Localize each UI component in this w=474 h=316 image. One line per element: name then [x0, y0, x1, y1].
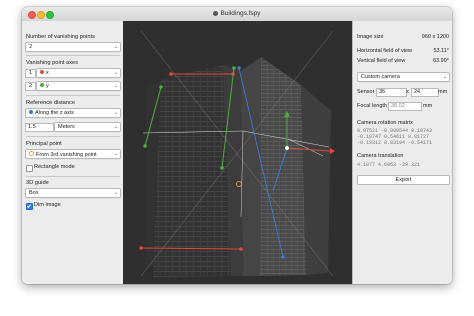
vanishing-point-axes-label: Vanishing point axes [26, 60, 79, 66]
divider [26, 176, 120, 177]
x-axis-color-icon [40, 70, 44, 74]
chevron-down-icon: ⌄ [113, 190, 118, 196]
vp-y-handle[interactable] [232, 66, 236, 70]
rotation-matrix-label: Camera rotation matrix [357, 120, 413, 126]
app-window: Buildings.fspy Number of vanishing point… [22, 7, 452, 284]
y-axis-color-icon [40, 83, 44, 87]
axis1-value: x [46, 70, 49, 76]
principal-point-value: From 3rd vanishing point [36, 152, 97, 158]
dim-image-checkbox[interactable] [26, 203, 33, 210]
3d-guide-select[interactable]: Box ⌄ [25, 188, 121, 198]
image-size-label: Image size [357, 34, 384, 40]
num-vanishing-points-label: Number of vanishing points [26, 34, 95, 40]
chevron-down-icon: ⌄ [113, 44, 118, 50]
results-panel: Image size 960 x 1200 Horizontal field of… [352, 21, 452, 284]
axis2-select[interactable]: y ⌄ [36, 81, 121, 91]
reference-unit-value: Meters [58, 124, 75, 130]
chevron-down-icon: ⌄ [113, 70, 118, 76]
chevron-down-icon: ⌄ [113, 83, 118, 89]
focal-length-input[interactable]: 38.02 [388, 102, 422, 111]
vp-y-handle[interactable] [220, 166, 224, 170]
export-button[interactable]: Export [357, 175, 450, 185]
chevron-down-icon: ⌄ [113, 151, 118, 157]
sensor-label: Sensor [357, 89, 375, 95]
dim-image-label: Dim image [34, 202, 61, 208]
camera-preset-value: Custom camera [361, 74, 400, 80]
principal-point-icon [29, 151, 34, 156]
image-canvas[interactable] [123, 21, 352, 284]
camera-translation-row[interactable]: 4.1077 4.6953 -29.321 [357, 162, 449, 168]
image-size-row: Image size 960 x 1200 [357, 34, 449, 40]
chevron-down-icon: ⌄ [113, 110, 118, 116]
axis2-value: y [46, 83, 49, 89]
camera-translation-label: Camera translation [357, 153, 404, 159]
focal-length-unit: mm [423, 103, 433, 109]
principal-point-label: Principal point [26, 141, 62, 147]
divider [26, 55, 120, 56]
vp-y-handle[interactable] [159, 85, 163, 89]
vp-y-handle[interactable] [143, 144, 147, 148]
rotation-matrix-row[interactable]: -0.19312 0.83194 -0.54171 [357, 140, 449, 146]
hfov-label: Horizontal field of view [357, 48, 413, 54]
vp-z-handle[interactable] [281, 255, 285, 259]
divider [26, 95, 120, 96]
sensor-height-input[interactable]: 24 [411, 88, 439, 97]
hfov-row: Horizontal field of view 53.11° [357, 48, 449, 54]
vp-x-handle[interactable] [139, 246, 143, 250]
3d-guide-value: Box [29, 190, 39, 196]
origin-handle[interactable] [285, 146, 289, 150]
window-title: Buildings.fspy [22, 10, 452, 17]
image-viewport[interactable] [123, 21, 352, 284]
chevron-down-icon: ⌄ [113, 124, 118, 130]
divider [26, 136, 120, 137]
focal-length-label: Focal length [357, 103, 387, 109]
rectangle-mode-label: Rectangle mode [34, 164, 75, 170]
dim-overlay [141, 29, 331, 279]
vp-x-handle[interactable] [169, 72, 173, 76]
vfov-row: Vertical field of view 63.99° [357, 58, 449, 64]
axis1-index: 1 [25, 69, 36, 78]
image-size-value: 960 x 1200 [421, 34, 449, 40]
z-axis-color-icon [29, 110, 33, 114]
reference-distance-label: Reference distance [26, 100, 76, 106]
camera-preset-select[interactable]: Custom camera ⌄ [357, 72, 450, 82]
reference-unit-select[interactable]: Meters ⌄ [54, 122, 121, 132]
3d-guide-label: 3D guide [26, 180, 49, 186]
principal-point-select[interactable]: From 3rd vanishing point ⌄ [25, 149, 121, 159]
axis2-index: 2 [25, 82, 36, 91]
window-title-text: Buildings.fspy [220, 10, 261, 17]
title-bar: Buildings.fspy [22, 7, 452, 22]
document-icon [213, 10, 219, 16]
sensor-width-input[interactable]: 36 [376, 88, 407, 97]
vfov-label: Vertical field of view [357, 58, 406, 64]
vfov-value: 63.99° [433, 58, 449, 64]
reference-distance-value: Along the z axis [35, 110, 74, 116]
hfov-value: 53.11° [433, 48, 449, 54]
sensor-unit: mm [438, 89, 448, 95]
axis1-select[interactable]: x ⌄ [36, 68, 121, 78]
vp-x-handle[interactable] [239, 247, 243, 251]
sensor-x-label: x [406, 89, 409, 95]
vp-z-handle[interactable] [237, 66, 241, 70]
left-settings-panel: Number of vanishing points 2 ⌄ Vanishing… [22, 21, 124, 284]
chevron-down-icon: ⌄ [442, 74, 447, 80]
reference-distance-select[interactable]: Along the z axis ⌄ [25, 108, 121, 118]
rectangle-mode-checkbox[interactable] [26, 165, 33, 172]
num-vanishing-points-value: 2 [29, 44, 33, 50]
num-vanishing-points-select[interactable]: 2 ⌄ [25, 42, 121, 52]
reference-amount-input[interactable]: 1.5 [25, 123, 54, 132]
